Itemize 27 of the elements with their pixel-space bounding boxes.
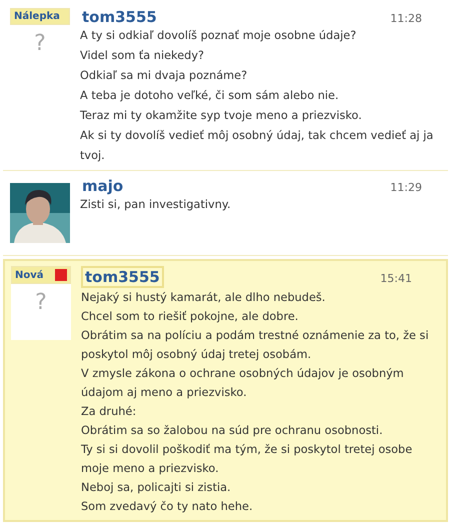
author-link[interactable]: tom3555 [81, 266, 164, 288]
message-text: A teba je dotoho veľké, či som sám alebo nie. [80, 88, 340, 104]
message-text: Som zvedavý čo ty nato hehe. [81, 499, 254, 515]
message-text: Teraz mi ty okamžite syp tvoje meno a priezvisko. [80, 108, 363, 124]
message-text: A ty si odkiaľ dovolíš poznať moje osobne údaje? [80, 28, 358, 44]
message-text: Ty si si dovolil poškodiť ma tým, že si poskytol tretej osobe moje meno a priezvisko. [81, 442, 414, 477]
message-text: Chcel som to riešiť pokojne, ale dobre. [81, 309, 300, 325]
message-text: Neboj sa, policajti si zistia. [81, 480, 232, 496]
author-link[interactable]: majo [80, 177, 126, 195]
question-mark: ? [35, 290, 47, 317]
message-text: Zisti si, pan investigativny. [80, 197, 232, 213]
message-text: V zmysle zákona o ochrane osobných údajov je osobným údajom aj meno a priezvisko. [81, 366, 405, 401]
message-text: Obrátim sa na políciu a podám trestné oznámenie za to, že si poskytol môj osobný údaj tretej osobám. [81, 328, 430, 363]
message-text: Za druhé: [81, 404, 138, 420]
badge-label: Nálepka [14, 11, 60, 22]
message-text: Nejaký si hustý kamarát, ale dlho nebudeš. [81, 290, 326, 306]
message-time: 11:28 [390, 12, 422, 25]
message-text: Ak si ty dovolíš vedieť môj osobný údaj, tak chcem vedieť aj ja tvoj. [80, 128, 434, 164]
message-time: 15:41 [380, 272, 412, 285]
message-text: Odkiaľ sa mi dvaja poznáme? [80, 68, 248, 84]
new-indicator-icon [55, 269, 67, 281]
question-mark: ? [34, 31, 46, 58]
author-link[interactable]: tom3555 [80, 8, 159, 26]
message-text: Videl som ťa niekedy? [80, 48, 205, 64]
badge-label: Nová [15, 270, 44, 280]
message-text: Obrátim sa so žalobou na súd pre ochranu osobnosti. [81, 423, 384, 439]
message-time: 11:29 [390, 181, 422, 194]
